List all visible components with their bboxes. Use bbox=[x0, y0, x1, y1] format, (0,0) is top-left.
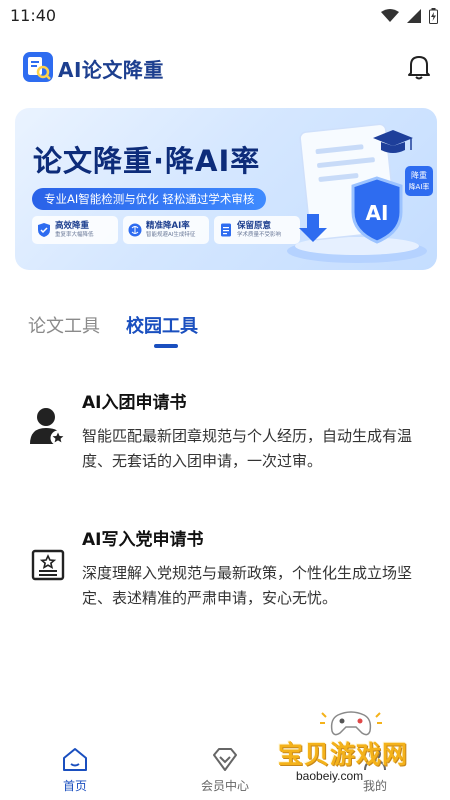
feature-title: 精准降AI率 bbox=[146, 221, 190, 231]
document-icon bbox=[221, 223, 231, 237]
tab-campus-tools[interactable]: 校园工具 bbox=[126, 312, 198, 338]
diamond-icon bbox=[213, 748, 237, 771]
feature-title: 保留原意 bbox=[237, 221, 272, 231]
nav-label: 首页 bbox=[62, 779, 87, 793]
feature-desc: 重复率大幅降低 bbox=[55, 232, 94, 238]
nav-home[interactable]: 首页 bbox=[30, 738, 120, 800]
certificate-star-icon bbox=[31, 549, 65, 581]
promo-banner[interactable]: 论文降重·降AI率 专业AI智能检测与优化 轻松通过学术审核 高效降重 重复率大… bbox=[15, 108, 437, 270]
svg-text:降AI率: 降AI率 bbox=[409, 182, 430, 191]
signal-icon bbox=[407, 9, 421, 23]
watermark-text: 宝贝游戏网 bbox=[278, 740, 409, 769]
banner-title: 论文降重·降AI率 bbox=[33, 144, 261, 178]
status-bar: 11:40 bbox=[0, 0, 450, 32]
tool-title: AI入团申请书 bbox=[82, 393, 187, 413]
notification-bell-icon[interactable] bbox=[402, 50, 436, 84]
tab-lunwen-tools[interactable]: 论文工具 bbox=[28, 312, 100, 338]
tool-tabs: 论文工具 校园工具 bbox=[0, 306, 450, 350]
app-header: AI论文降重 bbox=[0, 44, 450, 92]
user-star-icon bbox=[30, 408, 66, 446]
banner-subtitle: 专业AI智能检测与优化 轻松通过学术审核 bbox=[32, 188, 267, 210]
status-icons bbox=[381, 8, 438, 24]
feature-desc: 智能规避AI生成特征 bbox=[146, 232, 196, 238]
logo-icon bbox=[23, 52, 53, 82]
tool-description: 智能匹配最新团章规范与个人经历，自动生成有温度、无套话的入团申请，一次过审。 bbox=[82, 427, 413, 470]
watermark-url: baobeiy.com bbox=[296, 769, 364, 783]
home-icon bbox=[63, 748, 87, 771]
shield-ai-text: AI bbox=[366, 201, 389, 225]
tool-item-party-application[interactable]: AI写入党申请书 深度理解入党规范与最新政策，个性化生成立场坚定、表述精准的严肃… bbox=[0, 525, 450, 625]
nav-label: 会员中心 bbox=[200, 779, 249, 793]
banner-features: 高效降重 重复率大幅降低 精准降AI率 智能规避AI生成特征 保留原意 学术质量… bbox=[32, 216, 300, 244]
app-title: AI论文降重 bbox=[58, 58, 164, 82]
tool-description: 深度理解入党规范与最新政策，个性化生成立场坚定、表述精准的严肃申请，安心无忧。 bbox=[82, 564, 413, 607]
status-time: 11:40 bbox=[10, 6, 57, 25]
wifi-icon bbox=[381, 9, 399, 22]
active-tab-indicator bbox=[154, 344, 178, 348]
feature-title: 高效降重 bbox=[55, 221, 90, 231]
feature-card: 高效降重 重复率大幅降低 bbox=[32, 216, 118, 244]
feature-desc: 学术质量不受影响 bbox=[237, 232, 282, 238]
shield-check-icon bbox=[38, 223, 50, 237]
nav-member-center[interactable]: 会员中心 bbox=[180, 738, 270, 800]
feature-card: 精准降AI率 智能规避AI生成特征 bbox=[123, 216, 209, 244]
svg-text:降重: 降重 bbox=[411, 170, 427, 180]
watermark: 宝贝游戏网 baobeiy.com bbox=[272, 705, 432, 795]
brain-icon bbox=[128, 223, 142, 237]
banner-illustration: 降重 降AI率 AI bbox=[287, 123, 433, 263]
tool-title: AI写入党申请书 bbox=[82, 530, 204, 550]
tool-item-league-application[interactable]: AI入团申请书 智能匹配最新团章规范与个人经历，自动生成有温度、无套话的入团申请… bbox=[0, 388, 450, 488]
battery-icon bbox=[429, 8, 438, 24]
gamepad-icon bbox=[320, 711, 382, 736]
